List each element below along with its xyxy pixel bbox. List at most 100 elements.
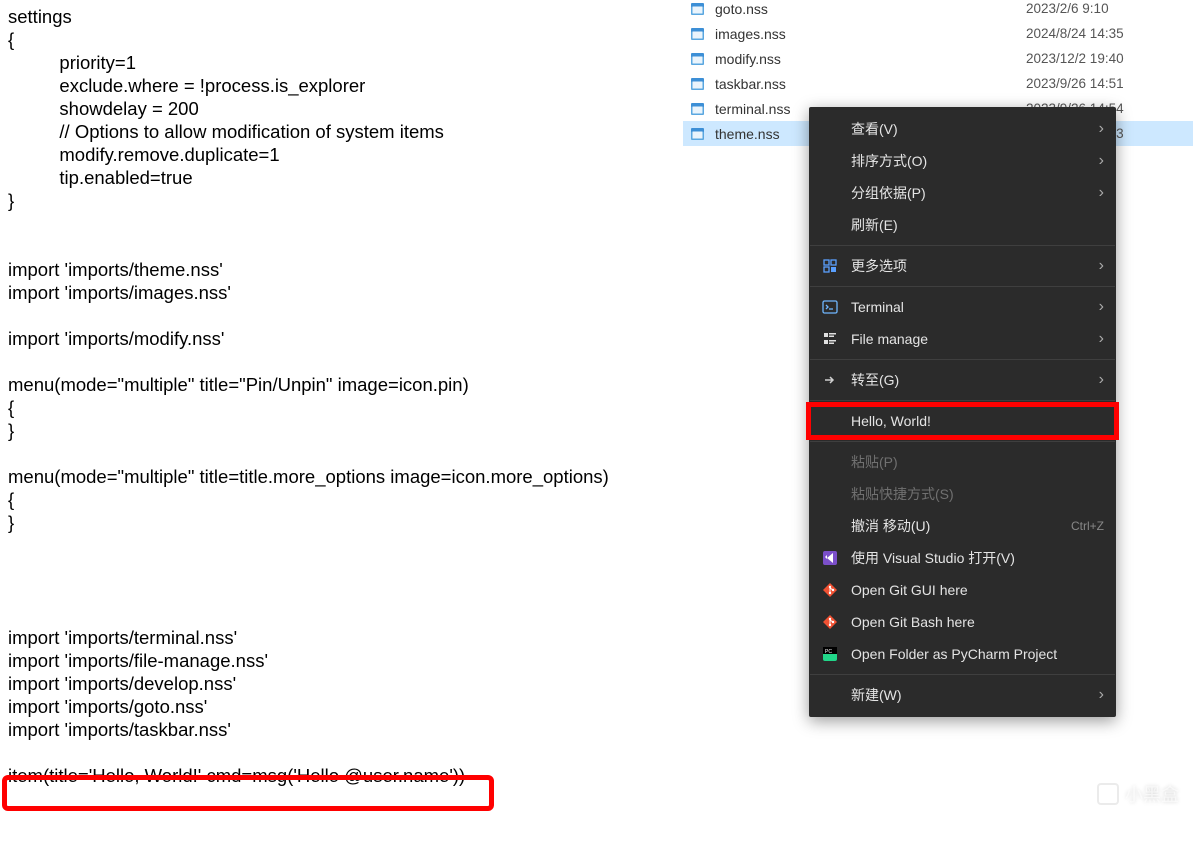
code-line xyxy=(8,442,688,465)
code-line: import 'imports/goto.nss' xyxy=(8,695,688,718)
code-text: settings { priority=1 exclude.where = !pr… xyxy=(8,5,688,787)
menu-item[interactable]: PCOpen Folder as PyCharm Project xyxy=(809,638,1116,670)
code-line: { xyxy=(8,396,688,419)
menu-label: 查看(V) xyxy=(851,119,1091,139)
code-line xyxy=(8,557,688,580)
blank-icon xyxy=(821,216,839,234)
menu-item[interactable]: Terminal › xyxy=(809,291,1116,323)
vs-icon xyxy=(821,549,839,567)
menu-item[interactable]: Open Git Bash here xyxy=(809,606,1116,638)
code-line xyxy=(8,534,688,557)
file-row[interactable]: images.nss2024/8/24 14:35 xyxy=(683,21,1193,46)
blank-icon xyxy=(821,453,839,471)
context-menu: 查看(V) › 排序方式(O) › 分组依据(P) › 刷新(E) 更多选项› Terminal… xyxy=(809,107,1116,717)
code-line: priority=1 xyxy=(8,51,688,74)
menu-item[interactable]: 排序方式(O) › xyxy=(809,145,1116,177)
code-line: settings xyxy=(8,5,688,28)
code-line: } xyxy=(8,511,688,534)
code-line: import 'imports/file-manage.nss' xyxy=(8,649,688,672)
code-line: menu(mode="multiple" title=title.more_op… xyxy=(8,465,688,488)
blank-icon xyxy=(821,517,839,535)
menu-label: 排序方式(O) xyxy=(851,151,1091,171)
code-line: import 'imports/develop.nss' xyxy=(8,672,688,695)
file-row[interactable]: modify.nss2023/12/2 19:40 xyxy=(683,46,1193,71)
menu-label: 刷新(E) xyxy=(851,215,1104,235)
svg-text:PC: PC xyxy=(825,649,832,655)
file-icon xyxy=(689,100,707,118)
code-line: import 'imports/terminal.nss' xyxy=(8,626,688,649)
menu-item[interactable]: 撤消 移动(U) Ctrl+Z xyxy=(809,510,1116,542)
file-icon xyxy=(689,75,707,93)
file-name: taskbar.nss xyxy=(715,76,1026,92)
code-line: } xyxy=(8,419,688,442)
file-icon xyxy=(689,50,707,68)
file-row[interactable]: goto.nss2023/2/6 9:10 xyxy=(683,0,1193,21)
menu-item[interactable]: 刷新(E) xyxy=(809,209,1116,241)
chevron-right-icon: › xyxy=(1099,371,1104,389)
menu-item[interactable]: 查看(V) › xyxy=(809,113,1116,145)
file-row[interactable]: taskbar.nss2023/9/26 14:51 xyxy=(683,71,1193,96)
menu-label: 粘贴快捷方式(S) xyxy=(851,484,1104,504)
code-line: showdelay = 200 xyxy=(8,97,688,120)
menu-label: 粘贴(P) xyxy=(851,452,1104,472)
code-line xyxy=(8,304,688,327)
menu-label: Open Git Bash here xyxy=(851,614,1104,630)
menu-label: Terminal xyxy=(851,299,1091,315)
menu-label: 分组依据(P) xyxy=(851,183,1091,203)
menu-separator xyxy=(810,674,1115,675)
menu-item[interactable]: 使用 Visual Studio 打开(V) xyxy=(809,542,1116,574)
watermark-icon xyxy=(1097,783,1119,805)
menu-shortcut: Ctrl+Z xyxy=(1071,519,1104,533)
blank-icon xyxy=(821,184,839,202)
code-highlight-box xyxy=(2,775,494,811)
file-date: 2023/12/2 19:40 xyxy=(1026,51,1181,66)
blank-icon xyxy=(821,120,839,138)
menu-label: 撤消 移动(U) xyxy=(851,516,1063,536)
code-line xyxy=(8,741,688,764)
code-line: tip.enabled=true xyxy=(8,166,688,189)
chevron-right-icon: › xyxy=(1099,120,1104,138)
menu-item[interactable]: 更多选项› xyxy=(809,250,1116,282)
chevron-right-icon: › xyxy=(1099,298,1104,316)
menu-label: File manage xyxy=(851,331,1091,347)
code-line xyxy=(8,212,688,235)
menu-item[interactable]: File manage › xyxy=(809,323,1116,355)
chevron-right-icon: › xyxy=(1099,330,1104,348)
code-line: import 'imports/images.nss' xyxy=(8,281,688,304)
chevron-right-icon: › xyxy=(1099,184,1104,202)
code-line xyxy=(8,580,688,603)
filemanage-icon xyxy=(821,330,839,348)
code-line: { xyxy=(8,488,688,511)
file-icon xyxy=(689,25,707,43)
menu-label: Hello, World! xyxy=(851,413,1104,429)
blank-icon xyxy=(821,485,839,503)
git-icon xyxy=(821,581,839,599)
menu-label: 新建(W) xyxy=(851,685,1091,705)
file-date: 2024/8/24 14:35 xyxy=(1026,26,1181,41)
menu-item[interactable]: 转至(G) › xyxy=(809,364,1116,396)
chevron-right-icon: › xyxy=(1099,152,1104,170)
menu-label: 转至(G) xyxy=(851,370,1091,390)
menu-item[interactable]: Hello, World! xyxy=(809,405,1116,437)
more-icon xyxy=(821,257,839,275)
blank-icon xyxy=(821,412,839,430)
chevron-right-icon: › xyxy=(1099,686,1104,704)
code-line: exclude.where = !process.is_explorer xyxy=(8,74,688,97)
pycharm-icon: PC xyxy=(821,645,839,663)
menu-item[interactable]: Open Git GUI here xyxy=(809,574,1116,606)
menu-separator xyxy=(810,286,1115,287)
file-date: 2023/9/26 14:51 xyxy=(1026,76,1181,91)
code-line xyxy=(8,350,688,373)
menu-item[interactable]: 新建(W) › xyxy=(809,679,1116,711)
menu-separator xyxy=(810,245,1115,246)
menu-label: 使用 Visual Studio 打开(V) xyxy=(851,548,1104,568)
goto-icon xyxy=(821,371,839,389)
code-line: // Options to allow modification of syst… xyxy=(8,120,688,143)
menu-item[interactable]: 分组依据(P) › xyxy=(809,177,1116,209)
git-icon xyxy=(821,613,839,631)
code-line: import 'imports/theme.nss' xyxy=(8,258,688,281)
menu-item: 粘贴快捷方式(S) xyxy=(809,478,1116,510)
watermark: 小黑盒 xyxy=(1097,781,1179,807)
code-line xyxy=(8,603,688,626)
file-name: goto.nss xyxy=(715,1,1026,17)
